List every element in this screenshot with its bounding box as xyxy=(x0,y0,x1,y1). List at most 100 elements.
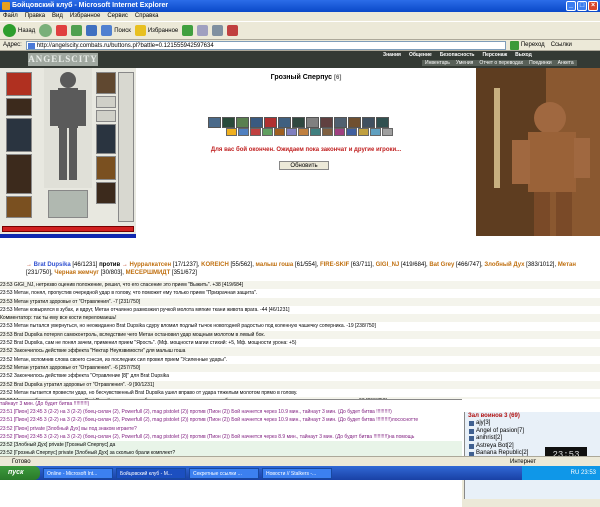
minimize-button[interactable]: _ xyxy=(566,1,576,11)
address-input[interactable]: http://angelscity.combats.ru/buttons.pl?… xyxy=(25,40,506,50)
enemy-6-hp: [383/1012] xyxy=(526,262,555,268)
ring-slot-2[interactable] xyxy=(96,110,116,122)
ring-slot-1[interactable] xyxy=(96,96,116,108)
task-3[interactable]: Секретные ссылки ... xyxy=(189,467,259,479)
maximize-button[interactable]: □ xyxy=(577,1,587,11)
skill-icon-7[interactable] xyxy=(292,117,305,128)
nav-communication[interactable]: Общение xyxy=(409,52,432,58)
enemy-1[interactable]: KOREICH xyxy=(201,262,229,268)
stop-icon[interactable] xyxy=(56,25,68,36)
roster-item[interactable]: Angel of pasion[7] xyxy=(465,428,600,436)
belt-slot[interactable] xyxy=(6,196,32,218)
menu-view[interactable]: Вид xyxy=(52,12,63,21)
arrow-icon: → xyxy=(26,262,34,268)
ie-icon xyxy=(2,2,10,10)
menu-help[interactable]: Справка xyxy=(135,12,159,21)
skill-icon-1[interactable] xyxy=(208,117,221,128)
skill-icon-2[interactable] xyxy=(222,117,235,128)
enemy-0[interactable]: Нурралкатсен xyxy=(130,262,172,268)
forward-arrow-icon[interactable] xyxy=(39,24,53,37)
skill-icon-8[interactable] xyxy=(306,117,319,128)
amulet-slot[interactable] xyxy=(6,98,32,116)
menu-favorites[interactable]: Избранное xyxy=(70,12,100,21)
subnav-inventory[interactable]: Инвентарь xyxy=(425,60,450,66)
skill-icon-11[interactable] xyxy=(348,117,361,128)
back-arrow-icon xyxy=(3,24,16,37)
clan-icon xyxy=(469,428,474,434)
pants-slot[interactable] xyxy=(48,190,88,218)
enemy-3[interactable]: FIRE-SKIF xyxy=(320,262,349,268)
links-label[interactable]: Ссылки xyxy=(551,42,572,48)
armor-slot[interactable] xyxy=(6,154,32,194)
task-4[interactable]: Новости // Stalkers -... xyxy=(262,467,332,479)
nav-exit[interactable]: Выход xyxy=(515,52,532,58)
enemy-1-hp: [55/562] xyxy=(230,262,253,268)
task-1[interactable]: Online - Microsoft Int... xyxy=(43,467,113,479)
player-name[interactable]: Brat Dupsika xyxy=(34,262,71,268)
chat-message: 23:52 [Пион] 23:45 3 (2-2) на 3 (2-2) (б… xyxy=(0,433,415,440)
log-entry: 23:52 Brat Dupsika утратил здоровье от "… xyxy=(0,380,600,389)
subnav-battles[interactable]: Поединки xyxy=(529,60,552,66)
log-entry: 23:53 Метан утратил здоровье от "Отравле… xyxy=(0,297,600,306)
skill-icon-12[interactable] xyxy=(362,117,375,128)
skill-icon-10[interactable] xyxy=(334,117,347,128)
enemy-3-hp: [63/711] xyxy=(350,262,373,268)
nav-character[interactable]: Персонаж xyxy=(483,52,508,58)
menu-file[interactable]: Файл xyxy=(3,12,18,21)
start-button[interactable]: пуск xyxy=(0,466,40,480)
enemy-6[interactable]: Злобный Дух xyxy=(484,262,524,268)
refresh-button[interactable]: Обновить xyxy=(279,161,329,170)
go-button[interactable]: Переход xyxy=(509,40,545,50)
page-content: ANGELSCITY Знания Общение Безопасность П… xyxy=(0,51,600,507)
enemy-4[interactable]: GIGI_NJ xyxy=(376,262,400,268)
opponent-level: [6] xyxy=(334,75,342,81)
history-icon[interactable] xyxy=(182,25,194,36)
opponent-name[interactable]: Грозный Сперпус xyxy=(271,74,332,81)
task-2[interactable]: Бойцовский клуб - M... xyxy=(116,467,186,479)
skill-icon-13[interactable] xyxy=(376,117,389,128)
enemy-2[interactable]: малыш гоша xyxy=(256,262,294,268)
tray-lang[interactable]: RU xyxy=(571,470,580,476)
opponent-title: Грозный Сперпус [6] xyxy=(136,74,476,81)
helmet-slot[interactable] xyxy=(6,72,32,96)
warrior-portrait xyxy=(476,68,600,236)
menu-tools[interactable]: Сервис xyxy=(107,12,128,21)
skill-icon-9[interactable] xyxy=(320,117,333,128)
log-entry: 23:53 Метан пытался увернуться, но неожи… xyxy=(0,323,376,330)
skill-icon-4[interactable] xyxy=(250,117,263,128)
subnav-profile[interactable]: Анкета xyxy=(558,60,574,66)
skill-icon-6[interactable] xyxy=(278,117,291,128)
messenger-icon[interactable] xyxy=(227,25,239,36)
favorites-button[interactable]: Избранное xyxy=(134,25,178,36)
refresh-icon[interactable] xyxy=(71,25,83,36)
mail-icon[interactable] xyxy=(197,25,209,36)
roster-item[interactable]: anihrist[2] xyxy=(465,435,600,443)
nav-security[interactable]: Безопасность xyxy=(440,52,475,58)
boots-slot[interactable] xyxy=(96,182,116,204)
shield-slot[interactable] xyxy=(96,156,116,180)
home-icon[interactable] xyxy=(86,25,98,36)
subnav-skills[interactable]: Умения xyxy=(456,60,473,66)
print-icon[interactable] xyxy=(212,25,224,36)
nav-knowledge[interactable]: Знания xyxy=(383,52,401,58)
skill-icon-3[interactable] xyxy=(236,117,249,128)
earrings-slot[interactable] xyxy=(96,72,116,94)
back-button[interactable]: Назад xyxy=(3,24,35,37)
weapon-slot[interactable] xyxy=(6,118,32,152)
roster-item[interactable]: ajy[3] xyxy=(465,420,600,428)
scroll-slots[interactable] xyxy=(118,72,134,222)
log-entry: 23:53 Brat Dupsika потерял самоконтроль,… xyxy=(0,330,600,340)
enemy-8[interactable]: Черная жемчуг xyxy=(54,270,99,276)
gloves-slot[interactable] xyxy=(96,124,116,154)
chat-log: тайнаут 3 мин. (До будет битва !!!!!!!!!… xyxy=(0,399,462,507)
enemy-9[interactable]: MECEPШMИДT xyxy=(126,270,171,276)
page-icon xyxy=(27,42,35,49)
menu-edit[interactable]: Правка xyxy=(25,12,45,21)
search-button[interactable]: Поиск xyxy=(101,25,131,36)
enemy-7[interactable]: Метан xyxy=(558,262,576,268)
chat-message: тайнаут 3 мин. (До будет битва !!!!!!!!!… xyxy=(0,401,90,407)
subnav-transfers[interactable]: Отчет о переводах xyxy=(479,60,523,66)
skill-icon-5[interactable] xyxy=(264,117,277,128)
close-button[interactable]: × xyxy=(588,1,598,11)
enemy-5[interactable]: Bat Grey xyxy=(429,262,454,268)
